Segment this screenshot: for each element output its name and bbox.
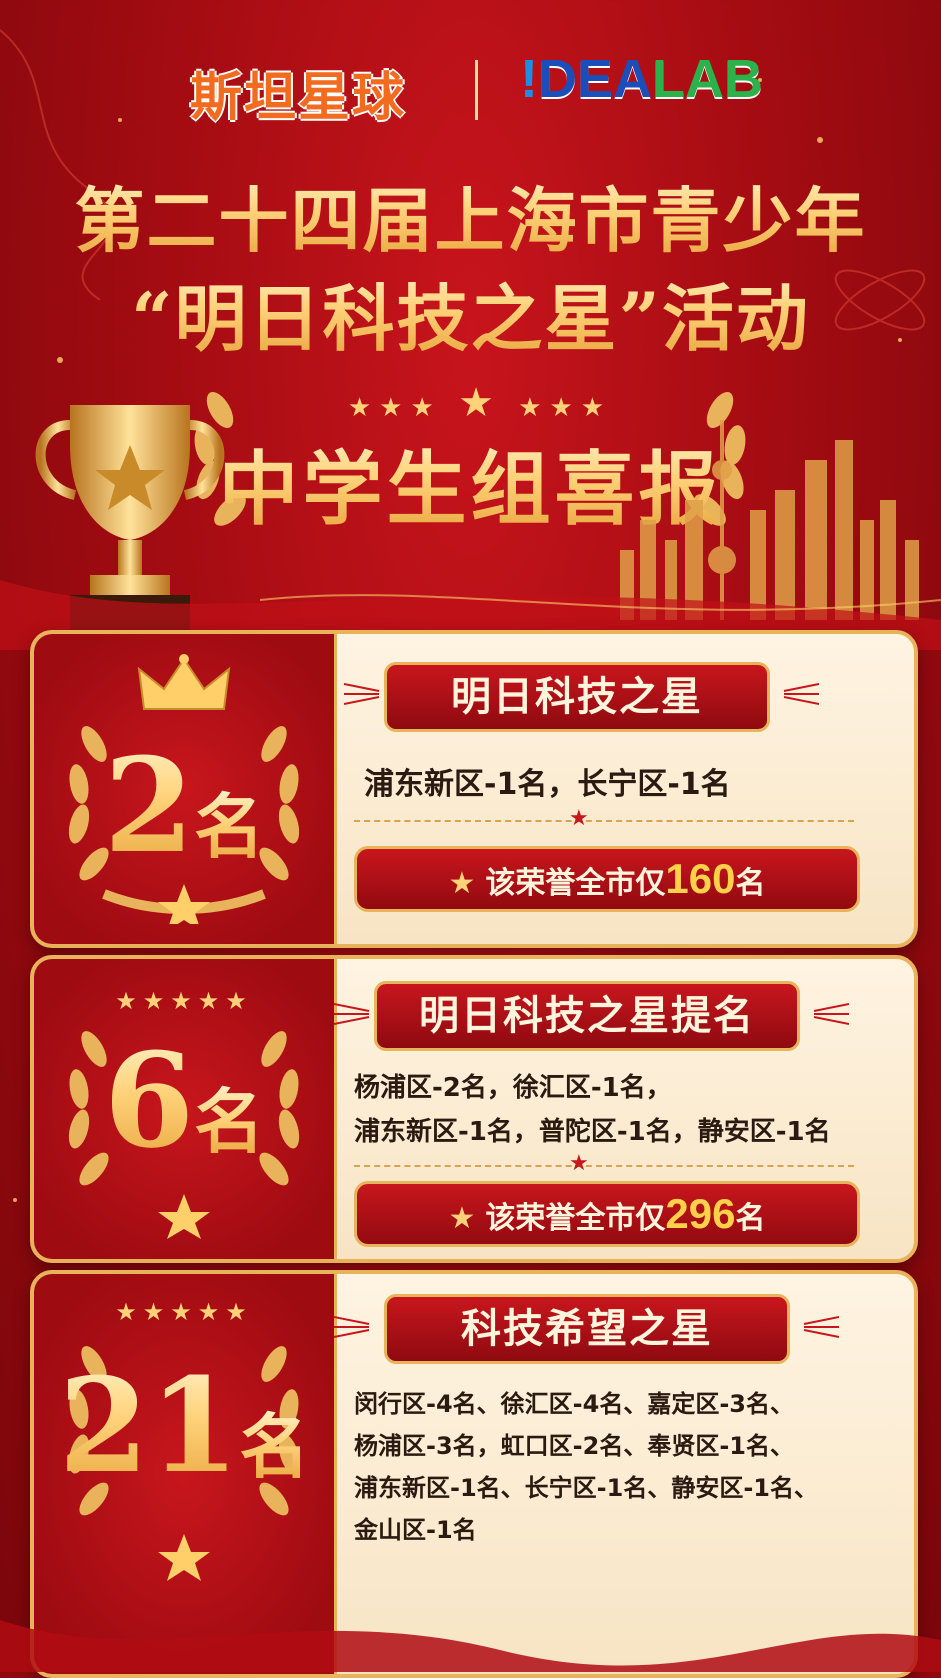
award-detail-line: 浦东新区-1名，长宁区-1名 <box>364 767 731 802</box>
award-count-number: 6 <box>103 1024 195 1177</box>
dashed-divider <box>354 820 854 822</box>
award-count-unit: 名 <box>239 1405 310 1488</box>
award-card-count-panel: 2名 <box>34 634 337 944</box>
crown-icon <box>137 654 231 710</box>
ribbon-decoration <box>0 1620 941 1672</box>
award-count: 2名 <box>34 729 334 882</box>
award-title-badge: 明日科技之星 <box>384 662 770 732</box>
award-count-number: 2 <box>103 729 195 882</box>
rays-decoration <box>334 1316 370 1338</box>
logo-divider <box>475 60 478 120</box>
award-card-2: ★★★★★ 6名 明日科技之星提名 杨浦区-2名，徐汇区-1名， 浦东新区-1名… <box>30 955 918 1263</box>
rays-decoration <box>334 1003 370 1025</box>
award-count-unit: 名 <box>194 1080 265 1163</box>
honor-prefix: 该荣誉全市仅 <box>485 866 666 901</box>
award-title-badge: 科技希望之星 <box>384 1294 790 1364</box>
rays-decoration <box>813 1003 849 1025</box>
rays-decoration <box>803 1316 839 1338</box>
award-count: 6名 <box>34 1024 334 1177</box>
rays-decoration <box>783 683 819 705</box>
honor-banner: ★ 该荣誉全市仅160名 <box>354 846 860 912</box>
star-icon: ★ <box>448 866 476 901</box>
award-detail-line: 浦东新区-1名，普陀区-1名，静安区-1名 <box>354 1117 831 1147</box>
award-title-badge: 明日科技之星提名 <box>374 981 800 1051</box>
rays-decoration <box>344 683 380 705</box>
honor-prefix: 该荣誉全市仅 <box>485 1201 666 1236</box>
honor-number: 160 <box>665 855 736 902</box>
brand-logo-dea: DEA <box>537 49 652 109</box>
star-icon: ★ <box>569 1151 589 1176</box>
honor-suffix: 名 <box>735 1201 766 1236</box>
brand-logo-bang: ! <box>520 49 538 109</box>
award-detail-line: 杨浦区-2名，徐汇区-1名， <box>354 1073 672 1103</box>
award-count-number: 21 <box>58 1349 240 1502</box>
award-count: 21名 <box>34 1349 334 1502</box>
award-detail-line: 金山区-1名 <box>354 1516 477 1544</box>
brand-logo-cn: 斯坦星球 <box>190 68 407 128</box>
honor-number: 296 <box>665 1190 736 1237</box>
title-line-1: 第二十四届上海市青少年 <box>0 165 941 266</box>
honor-banner: ★ 该荣誉全市仅296名 <box>354 1181 860 1247</box>
award-detail-line: 杨浦区-3名，虹口区-2名、奉贤区-1名、 <box>354 1432 794 1460</box>
brand-logo-en: !DEALAB <box>520 48 763 128</box>
brand-logo-lab: LAB <box>652 49 763 109</box>
honor-suffix: 名 <box>735 866 766 901</box>
award-detail-line: 闵行区-4名、徐汇区-4名、嘉定区-3名、 <box>354 1390 794 1418</box>
dashed-divider <box>354 1165 854 1167</box>
award-card-1: 2名 明日科技之星 浦东新区-1名，长宁区-1名 ★ ★ 该荣誉全市仅160名 <box>30 630 918 948</box>
award-detail-line: 浦东新区-1名、长宁区-1名、静安区-1名、 <box>354 1474 818 1502</box>
star-icon: ★★★★★ <box>115 987 253 1015</box>
award-count-unit: 名 <box>194 785 265 868</box>
title-line-2: “明日科技之星”活动 <box>0 260 941 365</box>
star-icon: ★ <box>448 1201 476 1236</box>
award-card-count-panel: ★★★★★ 6名 <box>34 959 337 1259</box>
star-icon: ★ <box>569 806 589 831</box>
star-icon: ★★★★★ <box>115 1298 253 1326</box>
